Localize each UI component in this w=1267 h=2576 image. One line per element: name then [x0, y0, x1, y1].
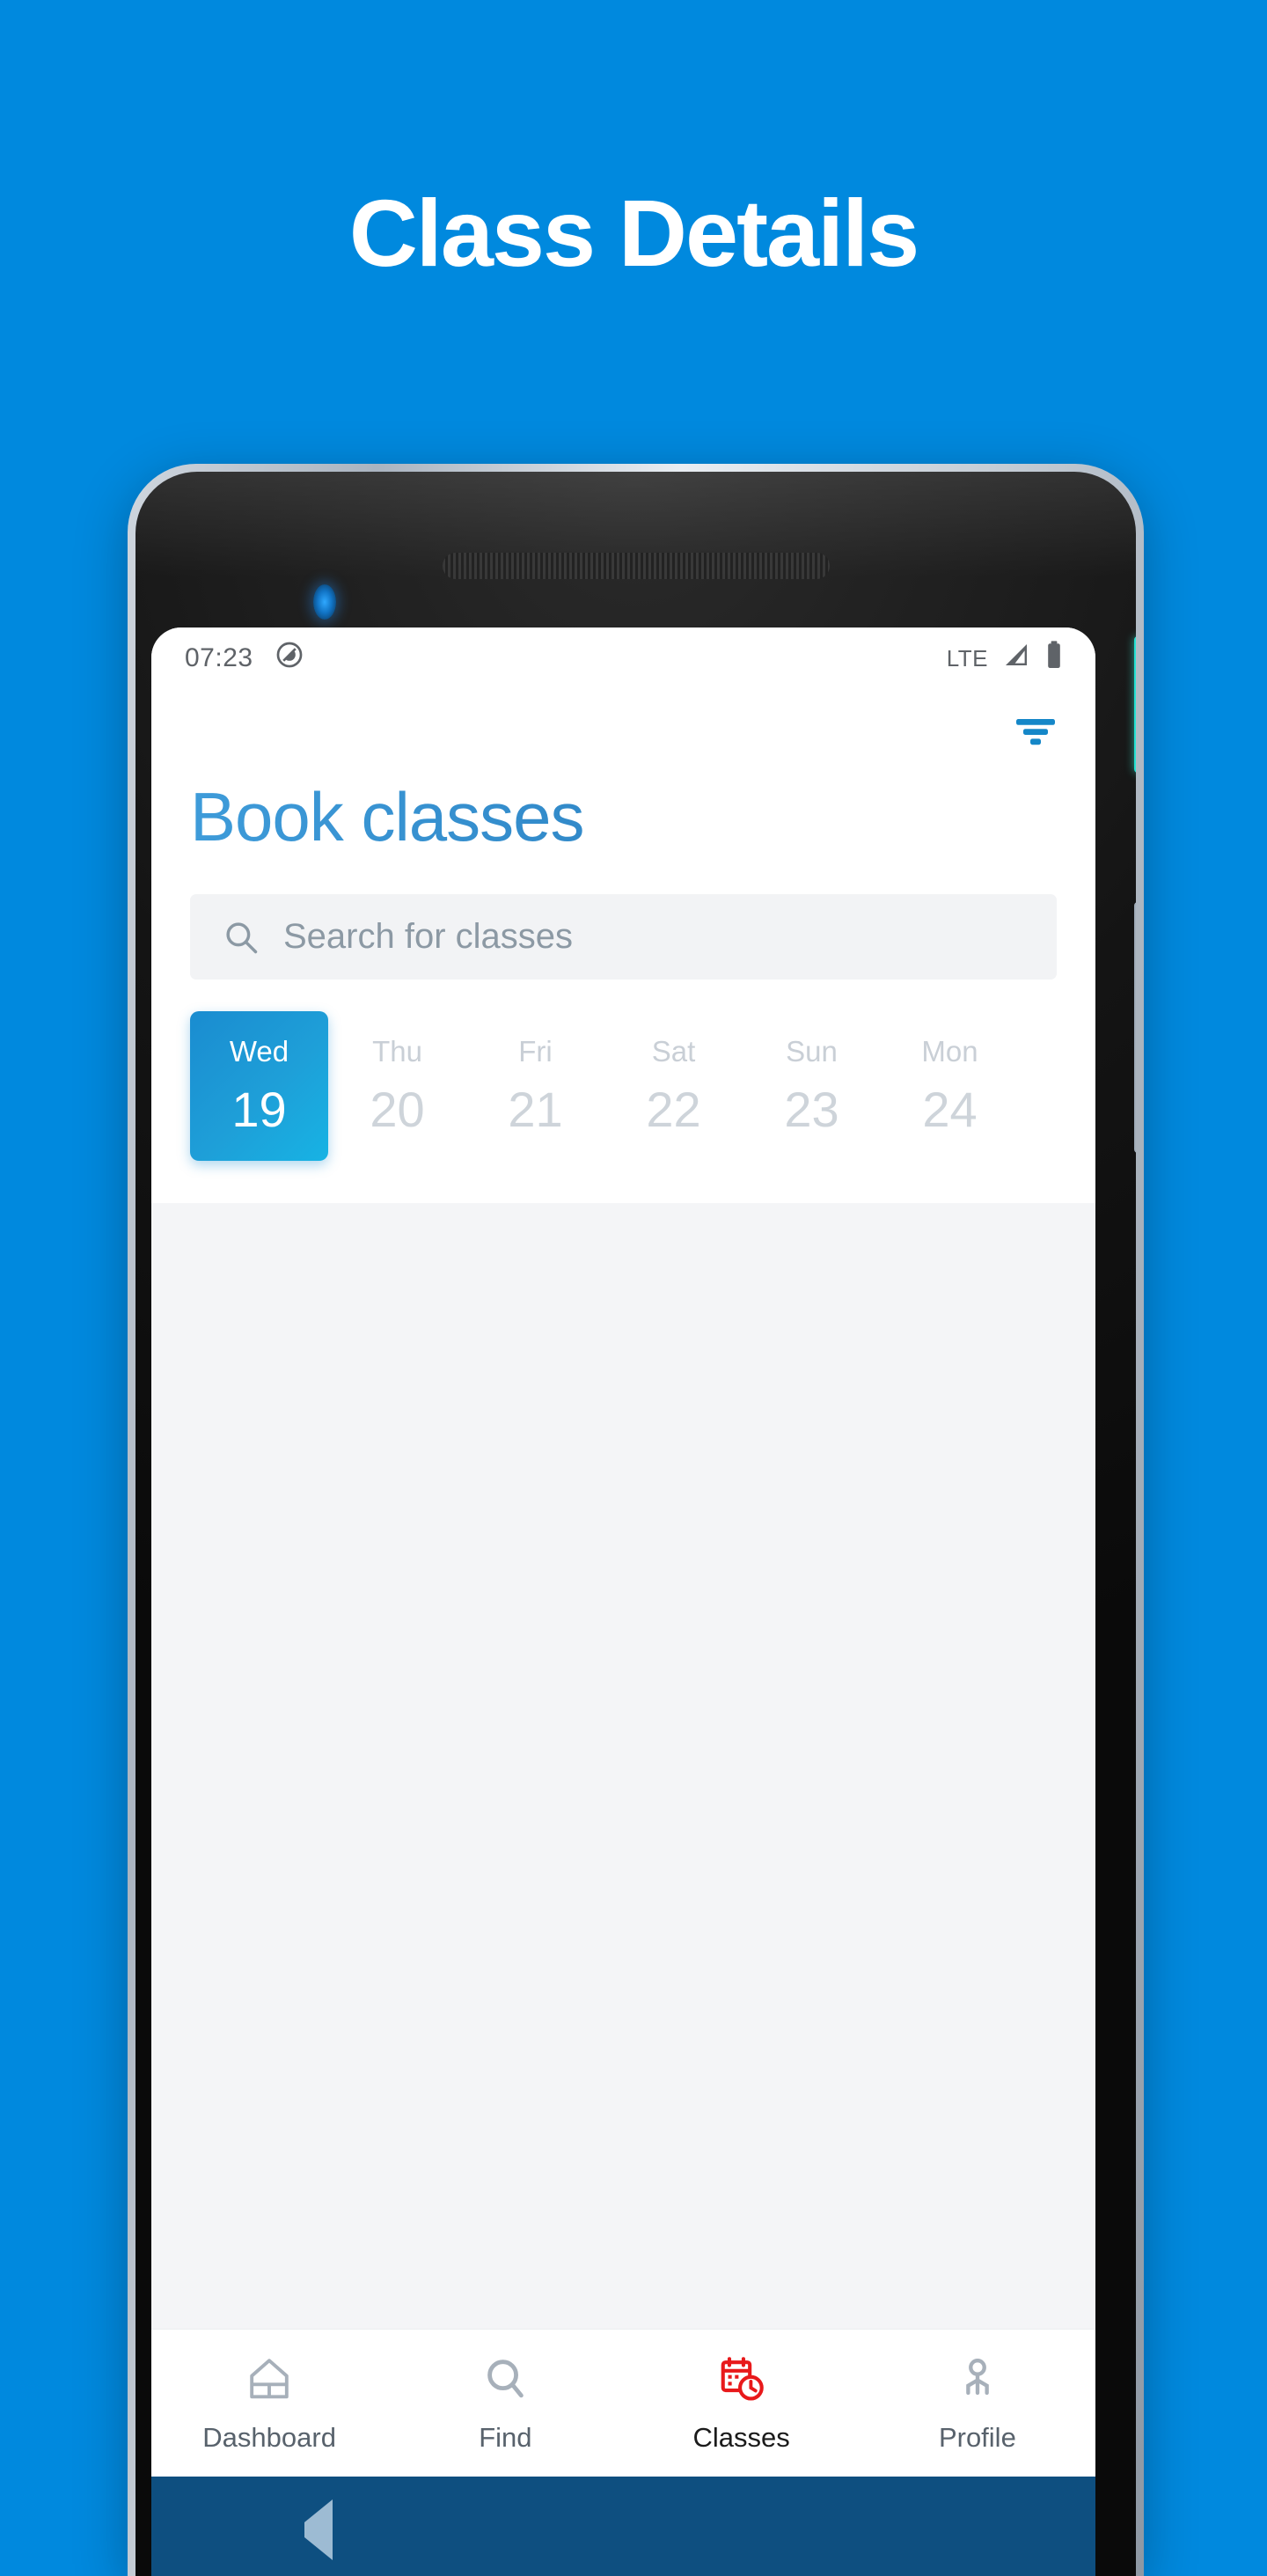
filter-row — [151, 689, 1095, 770]
date-dow: Thu — [372, 1034, 422, 1068]
search-icon — [480, 2353, 531, 2404]
status-bar: 07:23 LTE — [151, 627, 1095, 689]
battery-full-icon — [1044, 640, 1064, 677]
status-bar-right: LTE — [947, 640, 1064, 677]
nav-label-profile: Profile — [938, 2421, 1016, 2453]
phone-screen: 07:23 LTE Book classes Search for classe… — [151, 627, 1095, 2576]
nav-item-dashboard[interactable]: Dashboard — [151, 2330, 387, 2477]
calendar-clock-icon — [716, 2353, 767, 2404]
date-selector[interactable]: Wed 19 Thu 20 Fri 21 Sat 22 Sun 23 Mon 2… — [151, 980, 1095, 1203]
status-bar-clock: 07:23 — [185, 643, 253, 672]
search-icon — [222, 918, 260, 957]
nav-label-dashboard: Dashboard — [202, 2421, 336, 2453]
network-type-label: LTE — [946, 644, 988, 672]
date-number: 19 — [231, 1081, 287, 1137]
date-cell-sat-22[interactable]: Sat 22 — [604, 1011, 743, 1161]
date-cell-wed-19[interactable]: Wed 19 — [190, 1011, 328, 1161]
date-dow: Wed — [229, 1034, 289, 1068]
bottom-navigation-bar: Dashboard Find Classes Profile — [151, 2329, 1095, 2477]
nav-label-find: Find — [479, 2421, 532, 2453]
earpiece-speaker — [442, 553, 830, 579]
home-icon — [244, 2353, 295, 2404]
app-header-section: Book classes Search for classes Wed 19 T… — [151, 689, 1095, 1203]
date-number: 23 — [784, 1081, 839, 1137]
nav-item-profile[interactable]: Profile — [860, 2330, 1095, 2477]
class-list-empty-area — [151, 1203, 1095, 2329]
front-camera-icon — [313, 584, 336, 620]
power-button[interactable] — [1134, 636, 1136, 773]
signal-bars-icon — [1000, 641, 1032, 676]
phone-device-frame: 07:23 LTE Book classes Search for classe… — [128, 464, 1144, 2576]
android-system-nav — [151, 2477, 1095, 2576]
filter-icon[interactable] — [1013, 712, 1058, 747]
book-classes-heading: Book classes — [151, 770, 1095, 857]
date-number: 22 — [646, 1081, 701, 1137]
date-cell-fri-21[interactable]: Fri 21 — [466, 1011, 604, 1161]
status-bar-left: 07:23 — [185, 640, 304, 677]
date-cell-thu-20[interactable]: Thu 20 — [328, 1011, 466, 1161]
date-dow: Fri — [518, 1034, 553, 1068]
search-section: Search for classes — [151, 857, 1095, 980]
search-placeholder-text: Search for classes — [283, 917, 574, 956]
search-input[interactable]: Search for classes — [190, 894, 1057, 980]
nav-item-find[interactable]: Find — [387, 2330, 623, 2477]
nav-item-classes[interactable]: Classes — [624, 2330, 860, 2477]
date-cell-sun-23[interactable]: Sun 23 — [743, 1011, 881, 1161]
date-number: 21 — [508, 1081, 563, 1137]
date-dow: Sun — [786, 1034, 838, 1068]
phone-bezel: 07:23 LTE Book classes Search for classe… — [135, 472, 1136, 2576]
date-number: 24 — [922, 1081, 978, 1137]
nav-label-classes: Classes — [692, 2421, 790, 2453]
page-title: Class Details — [348, 180, 919, 286]
do-not-disturb-icon — [275, 640, 304, 677]
date-cell-mon-24[interactable]: Mon 24 — [881, 1011, 1019, 1161]
volume-rocker-button[interactable] — [1134, 902, 1136, 1153]
date-dow: Sat — [651, 1034, 696, 1068]
person-icon — [952, 2353, 1003, 2404]
date-dow: Mon — [921, 1034, 978, 1068]
date-number: 20 — [370, 1081, 425, 1137]
